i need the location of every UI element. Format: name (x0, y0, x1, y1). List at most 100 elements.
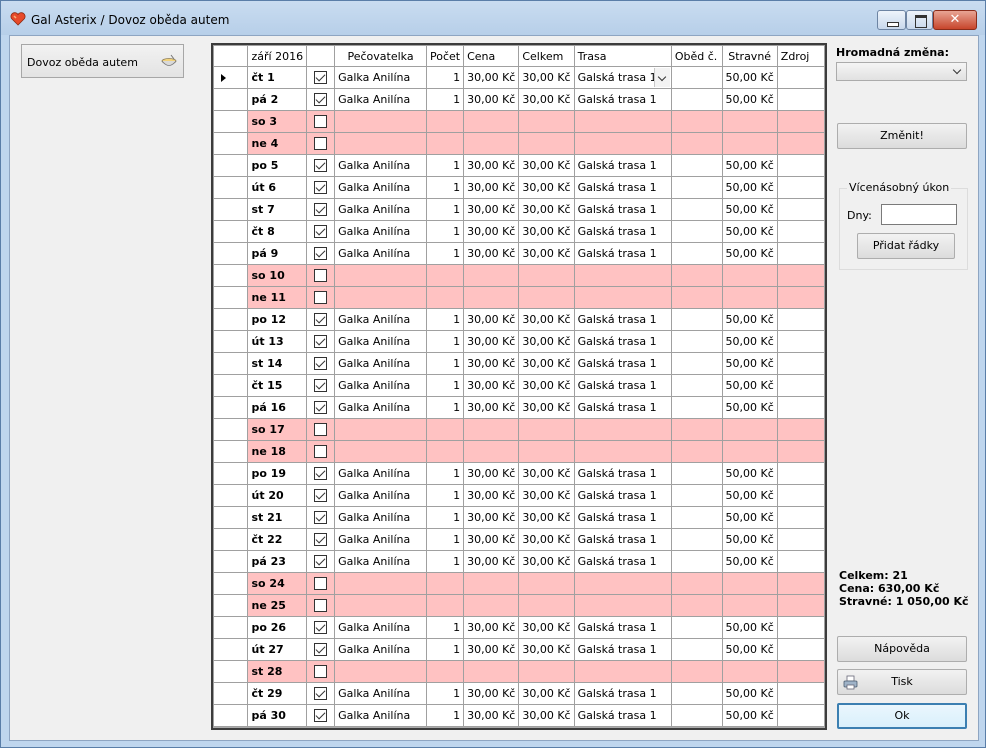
row-header[interactable] (213, 550, 249, 573)
cell-count[interactable]: 1 (425, 682, 465, 705)
row-header[interactable] (213, 418, 249, 441)
cell-total[interactable] (518, 264, 575, 287)
cell-worker[interactable]: Galka Anilína (334, 352, 427, 375)
cell-date[interactable]: pá 9 (247, 242, 308, 265)
cell-meal[interactable] (670, 88, 723, 111)
cell-date[interactable]: út 20 (247, 484, 308, 507)
cell-meal[interactable] (670, 660, 723, 683)
cell-total[interactable] (518, 132, 575, 155)
cell-count[interactable]: 1 (425, 352, 465, 375)
cell-source[interactable] (776, 638, 825, 661)
cell-allowance[interactable]: 50,00 Kč (721, 66, 778, 89)
cell-date[interactable]: út 6 (247, 176, 308, 199)
cell-date[interactable]: so 3 (247, 110, 308, 133)
cell-total[interactable]: 30,00 Kč (518, 176, 575, 199)
checkbox-checked[interactable] (314, 313, 328, 327)
cell-route[interactable]: Galská trasa 1 (573, 330, 672, 353)
cell-source[interactable] (776, 682, 825, 705)
cell-route[interactable]: Galská trasa 1 (573, 154, 672, 177)
table-row[interactable]: pá 16 Galka Anilína 1 30,00 Kč 30,00 Kč Galsk… (213, 396, 825, 419)
cell-route[interactable]: Galská trasa 1 (573, 308, 672, 331)
cell-route[interactable]: Galská trasa 1 (573, 528, 672, 551)
row-header[interactable] (213, 66, 249, 89)
cell-route[interactable]: Galská trasa 1 (573, 220, 672, 243)
row-header[interactable] (213, 264, 249, 287)
table-row[interactable]: pá 2 Galka Anilína 1 30,00 Kč 30,00 Kč Galská… (213, 88, 825, 111)
cell-date[interactable]: ne 25 (247, 594, 308, 617)
cell-checkbox[interactable] (306, 418, 336, 441)
add-rows-button[interactable]: Přidat řádky (857, 233, 955, 259)
cell-meal[interactable] (670, 132, 723, 155)
cell-source[interactable] (776, 242, 825, 265)
cell-total[interactable] (518, 572, 575, 595)
cell-worker[interactable]: Galka Anilína (334, 374, 427, 397)
cell-count[interactable]: 1 (425, 506, 465, 529)
row-header[interactable] (213, 616, 249, 639)
cell-checkbox[interactable] (306, 462, 336, 485)
row-header[interactable] (213, 704, 249, 727)
cell-checkbox[interactable] (306, 88, 336, 111)
cell-meal[interactable] (670, 484, 723, 507)
cell-total[interactable]: 30,00 Kč (518, 396, 575, 419)
bulk-change-dropdown[interactable] (836, 62, 967, 81)
cell-total[interactable]: 30,00 Kč (518, 154, 575, 177)
cell-checkbox[interactable] (306, 220, 336, 243)
cell-route[interactable] (573, 594, 672, 617)
cell-price[interactable]: 30,00 Kč (463, 66, 520, 89)
cell-allowance[interactable]: 50,00 Kč (721, 484, 778, 507)
cell-total[interactable]: 30,00 Kč (518, 616, 575, 639)
cell-worker[interactable] (334, 440, 427, 463)
cell-source[interactable] (776, 506, 825, 529)
cell-count[interactable] (425, 418, 465, 441)
checkbox-unchecked[interactable] (314, 269, 328, 283)
cell-price[interactable]: 30,00 Kč (463, 220, 520, 243)
cell-count[interactable] (425, 132, 465, 155)
table-row[interactable]: so 10 (213, 264, 825, 287)
table-row[interactable]: čt 1 Galka Anilína 1 30,00 Kč 30,00 Kč Galská… (213, 66, 825, 89)
cell-checkbox[interactable] (306, 396, 336, 419)
cell-meal[interactable] (670, 638, 723, 661)
cell-allowance[interactable]: 50,00 Kč (721, 352, 778, 375)
cell-date[interactable]: so 10 (247, 264, 308, 287)
cell-count[interactable]: 1 (425, 88, 465, 111)
cell-price[interactable]: 30,00 Kč (463, 374, 520, 397)
cell-route[interactable] (573, 660, 672, 683)
cell-allowance[interactable]: 50,00 Kč (721, 682, 778, 705)
row-header[interactable] (213, 682, 249, 705)
table-row[interactable]: so 24 (213, 572, 825, 595)
cell-worker[interactable] (334, 418, 427, 441)
cell-meal[interactable] (670, 682, 723, 705)
cell-meal[interactable] (670, 550, 723, 573)
cell-price[interactable]: 30,00 Kč (463, 484, 520, 507)
cell-meal[interactable] (670, 154, 723, 177)
cell-price[interactable]: 30,00 Kč (463, 616, 520, 639)
cell-allowance[interactable] (721, 286, 778, 309)
table-row[interactable]: pá 23 Galka Anilína 1 30,00 Kč 30,00 Kč Galsk… (213, 550, 825, 573)
cell-count[interactable]: 1 (425, 66, 465, 89)
cell-checkbox[interactable] (306, 660, 336, 683)
cell-worker[interactable] (334, 110, 427, 133)
checkbox-checked[interactable] (314, 709, 328, 723)
cell-date[interactable]: út 13 (247, 330, 308, 353)
cell-date[interactable]: st 21 (247, 506, 308, 529)
cell-price[interactable]: 30,00 Kč (463, 396, 520, 419)
cell-date[interactable]: ne 18 (247, 440, 308, 463)
cell-allowance[interactable] (721, 440, 778, 463)
row-header[interactable] (213, 242, 249, 265)
cell-date[interactable]: st 7 (247, 198, 308, 221)
checkbox-checked[interactable] (314, 247, 328, 261)
column-header-source[interactable]: Zdroj (776, 45, 825, 67)
cell-count[interactable] (425, 264, 465, 287)
maximize-button[interactable] (906, 10, 933, 30)
cell-allowance[interactable]: 50,00 Kč (721, 374, 778, 397)
column-header-total[interactable]: Celkem (518, 45, 575, 67)
cell-price[interactable] (463, 286, 520, 309)
cell-source[interactable] (776, 440, 825, 463)
cell-count[interactable]: 1 (425, 528, 465, 551)
cell-total[interactable]: 30,00 Kč (518, 682, 575, 705)
delivery-grid[interactable]: září 2016 Pečovatelka Počet Cena Celkem … (211, 43, 827, 730)
cell-source[interactable] (776, 264, 825, 287)
cell-count[interactable]: 1 (425, 308, 465, 331)
cell-allowance[interactable]: 50,00 Kč (721, 462, 778, 485)
cell-price[interactable]: 30,00 Kč (463, 176, 520, 199)
